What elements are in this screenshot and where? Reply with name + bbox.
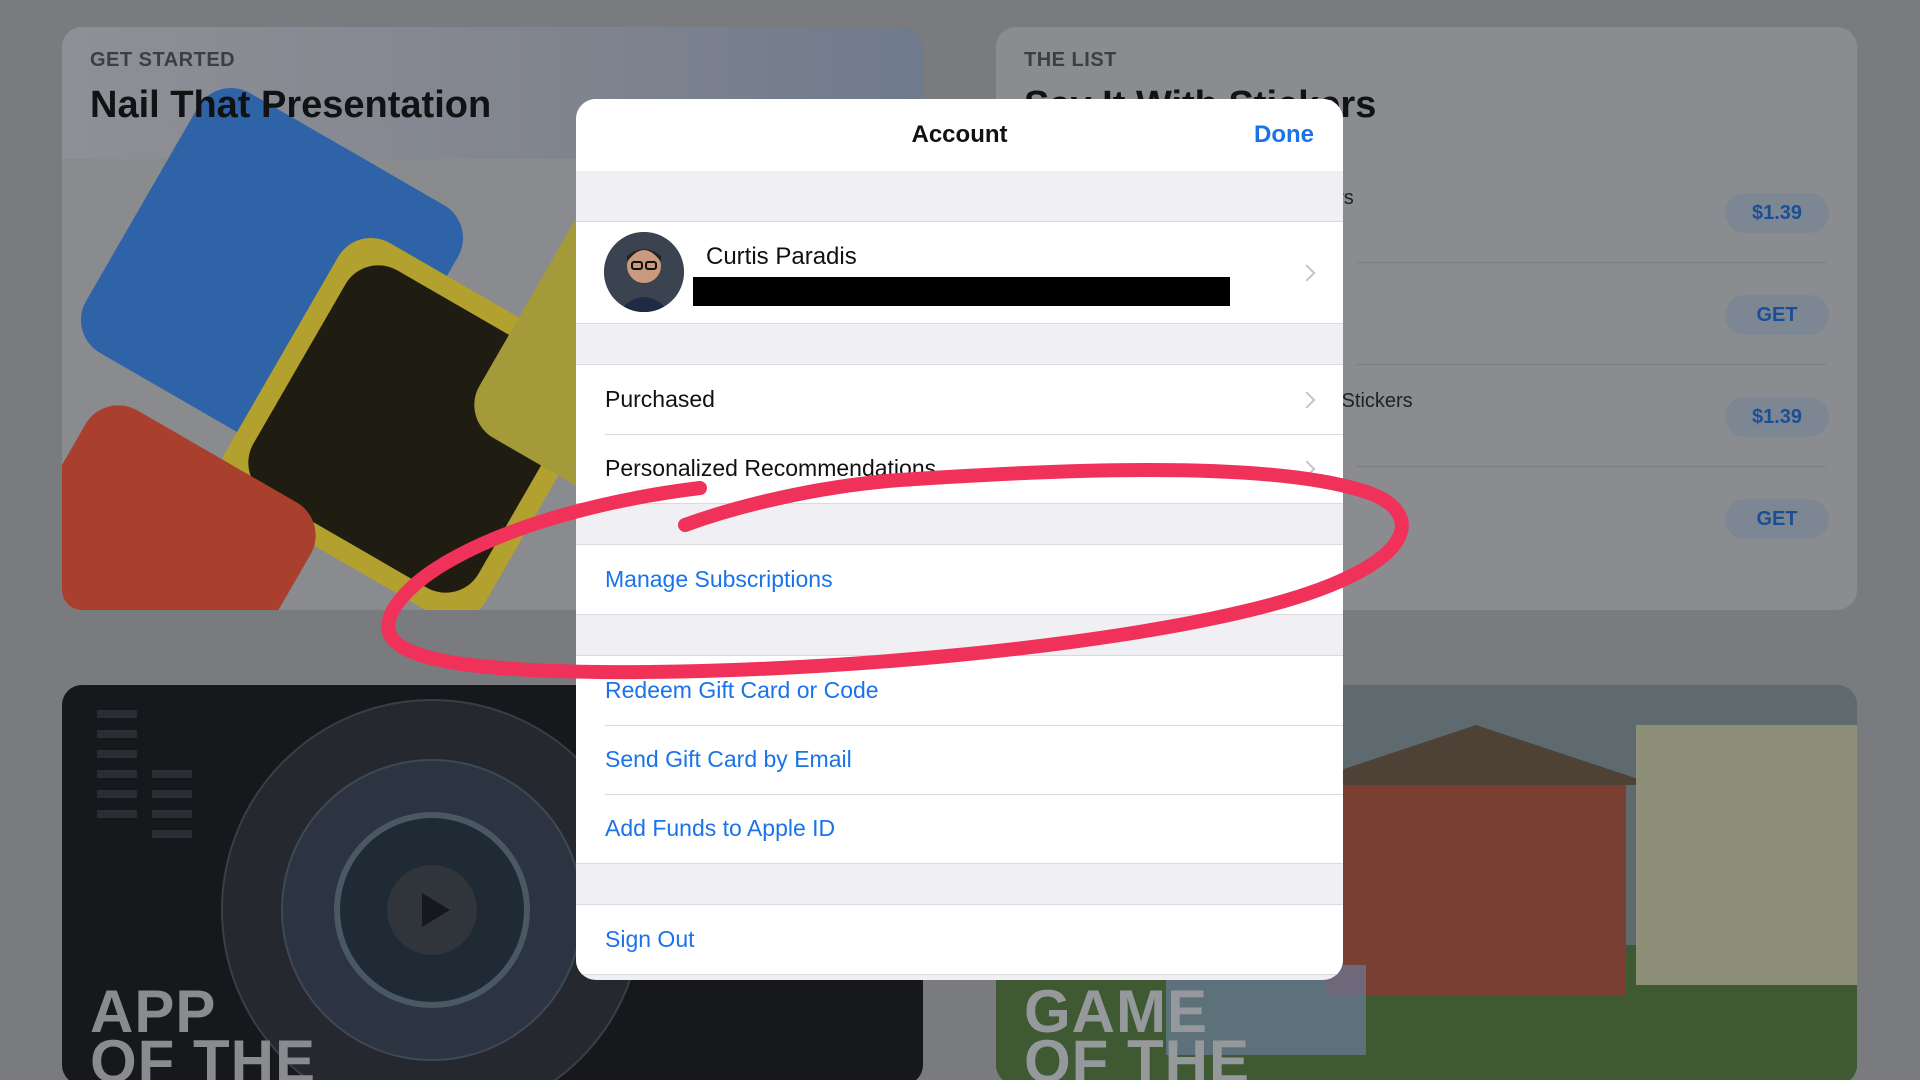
- row-label: Manage Subscriptions: [605, 566, 833, 592]
- add-funds-button[interactable]: Add Funds to Apple ID: [576, 794, 1343, 863]
- row-label: Purchased: [605, 386, 715, 412]
- sign-out-button[interactable]: Sign Out: [576, 905, 1343, 974]
- list-divider: [1356, 365, 1826, 467]
- get-button[interactable]: GET: [1725, 499, 1829, 539]
- card-eyebrow: THE LIST: [1024, 49, 1117, 71]
- row-label: Personalized Recommendations: [605, 455, 937, 481]
- personalized-recommendations-row[interactable]: Personalized Recommendations: [576, 434, 1343, 503]
- done-button[interactable]: Done: [1254, 121, 1314, 149]
- row-label: Sign Out: [605, 926, 695, 952]
- chevron-right-icon: [1298, 460, 1316, 477]
- profile-section: Curtis Paradis: [576, 221, 1343, 324]
- redacted-email-bar: [693, 277, 1230, 306]
- sign-out-section: Sign Out: [576, 904, 1343, 975]
- account-sheet: Account Done Curtis Paradis Purchased Pe…: [576, 99, 1343, 980]
- subscriptions-section: Manage Subscriptions: [576, 544, 1343, 615]
- avatar: [604, 232, 684, 312]
- redeem-gift-card-button[interactable]: Redeem Gift Card or Code: [576, 656, 1343, 725]
- row-label: Redeem Gift Card or Code: [605, 677, 879, 703]
- list-divider: [1356, 161, 1826, 263]
- card-eyebrow: GET STARTED: [90, 49, 236, 71]
- purchases-section: Purchased Personalized Recommendations: [576, 364, 1343, 504]
- account-name: Curtis Paradis: [706, 243, 857, 270]
- sheet-title: Account: [911, 121, 1008, 148]
- card-label-line2: OF THE: [1024, 1028, 1250, 1080]
- gift-card-section: Redeem Gift Card or Code Send Gift Card …: [576, 655, 1343, 864]
- send-gift-card-button[interactable]: Send Gift Card by Email: [576, 725, 1343, 794]
- card-label-line2: OF THE: [90, 1028, 316, 1080]
- manage-subscriptions-button[interactable]: Manage Subscriptions: [576, 545, 1343, 614]
- chevron-right-icon: [1298, 391, 1316, 408]
- purchased-row[interactable]: Purchased: [576, 365, 1343, 434]
- chevron-right-icon: [1298, 264, 1316, 281]
- list-divider: [1356, 263, 1826, 365]
- navigation-bar: Account Done: [576, 99, 1343, 171]
- profile-row[interactable]: Curtis Paradis: [576, 222, 1343, 323]
- row-label: Send Gift Card by Email: [605, 746, 852, 772]
- row-label: Add Funds to Apple ID: [605, 815, 836, 841]
- card-headline: Nail That Presentation: [90, 84, 492, 126]
